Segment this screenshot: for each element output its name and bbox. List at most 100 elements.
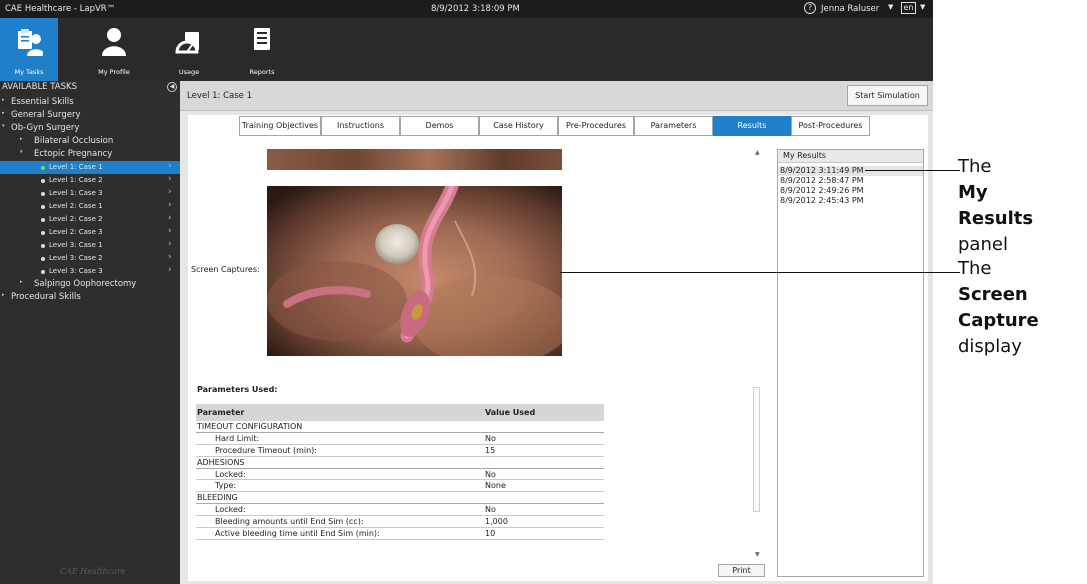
expanded-arrow-icon[interactable]: ▾ (20, 149, 23, 155)
sidebar-item[interactable]: › Level 1: Case 3 (0, 187, 180, 200)
tab-results[interactable]: Results (713, 116, 791, 136)
collapsed-arrow-icon[interactable]: ▸ (2, 110, 5, 116)
sidebar-item[interactable]: ▸ Essential Skills (0, 96, 180, 109)
sidebar-item[interactable]: ▸ Salpingo Oophorectomy (0, 278, 180, 291)
parameter-section-row: BLEEDING (196, 492, 604, 505)
parameter-name: Hard Limit: (215, 433, 260, 443)
chevron-right-icon[interactable]: › (168, 252, 172, 262)
scroll-down-icon[interactable]: ▼ (755, 551, 760, 558)
sidebar-item[interactable]: › Level 2: Case 1 (0, 200, 180, 213)
sidebar-item-label: Level 3: Case 2 (49, 254, 103, 262)
tab-post-procedures[interactable]: Post-Procedures (791, 116, 870, 136)
title-bar: CAE Healthcare - LapVR™ 8/9/2012 3:18:09… (0, 0, 933, 18)
result-item[interactable]: 8/9/2012 3:11:49 PM (778, 166, 923, 176)
collapsed-arrow-icon[interactable]: ▸ (2, 97, 5, 103)
parameters-table: Parameter Value Used TIMEOUT CONFIGURATI… (196, 404, 604, 540)
sidebar-item-label: Level 1: Case 1 (49, 163, 103, 171)
tab-case-history[interactable]: Case History (479, 116, 558, 136)
tab-demos[interactable]: Demos (400, 116, 479, 136)
sidebar-item[interactable]: › Level 2: Case 3 (0, 226, 180, 239)
expanded-arrow-icon[interactable]: ▾ (2, 123, 5, 129)
my-results-callout: The My Results panel (958, 154, 1087, 258)
parameter-name: ADHESIONS (197, 457, 245, 467)
parameter-name: Type: (215, 481, 237, 491)
parameter-name: Active bleeding time until End Sim (min)… (215, 529, 380, 539)
sidebar-item-label: Level 2: Case 1 (49, 202, 103, 210)
chevron-right-icon[interactable]: › (168, 187, 172, 197)
nav-my-tasks[interactable]: My Tasks (0, 18, 58, 81)
sidebar-item[interactable]: › Level 2: Case 2 (0, 213, 180, 226)
collapse-sidebar-icon[interactable]: ◀ (167, 82, 177, 92)
nav-my-profile[interactable]: My Profile (85, 18, 143, 81)
sidebar-item-label: Level 1: Case 3 (49, 189, 103, 197)
profile-icon (102, 28, 126, 56)
cae-healthcare-logo: CAE Healthcare (60, 567, 126, 576)
sidebar-item[interactable]: › Level 3: Case 2 (0, 252, 180, 265)
collapsed-arrow-icon[interactable]: ▸ (20, 279, 23, 285)
sidebar-item[interactable]: ▸ Bilateral Occlusion (0, 135, 180, 148)
screen-capture-image[interactable] (267, 186, 562, 356)
sidebar-item[interactable]: ▾ Ectopic Pregnancy (0, 148, 180, 161)
sidebar-item[interactable]: ▸ Procedural Skills (0, 291, 180, 304)
content-scrollbar[interactable] (753, 387, 760, 512)
chevron-right-icon[interactable]: › (168, 265, 172, 275)
sidebar-item-label: Level 2: Case 2 (49, 215, 103, 223)
collapsed-arrow-icon[interactable]: ▸ (20, 136, 23, 142)
sidebar-item-label: General Surgery (11, 110, 81, 120)
nav-reports[interactable]: Reports (233, 18, 291, 81)
reports-icon (254, 28, 270, 50)
chevron-right-icon[interactable]: › (168, 174, 172, 184)
sidebar-item[interactable]: › Level 3: Case 3 (0, 265, 180, 278)
callout-bold: My Results (958, 182, 1034, 229)
chevron-right-icon[interactable]: › (168, 239, 172, 249)
app-title: CAE Healthcare - LapVR™ (5, 4, 116, 14)
sidebar-item[interactable]: › Level 3: Case 1 (0, 239, 180, 252)
nav-usage[interactable]: Usage (160, 18, 218, 81)
parameter-row: Procedure Timeout (min): 15 (196, 445, 604, 457)
tab-pre-procedures[interactable]: Pre-Procedures (558, 116, 634, 136)
parameter-row: Hard Limit: No (196, 433, 604, 445)
main-panel: Level 1: Case 1 Start Simulation Trainin… (180, 81, 933, 584)
callout-suffix: panel (958, 234, 1008, 255)
callout-suffix: display (958, 336, 1022, 357)
sidebar-item[interactable]: › Level 1: Case 1 (0, 161, 180, 174)
help-icon[interactable]: ? (804, 2, 816, 14)
usage-icon (175, 32, 199, 54)
language-selector[interactable]: en (901, 2, 916, 14)
nav-label: My Profile (98, 68, 130, 76)
chevron-right-icon[interactable]: › (168, 226, 172, 236)
chevron-right-icon[interactable]: › (168, 200, 172, 210)
result-item[interactable]: 8/9/2012 2:58:47 PM (778, 176, 923, 186)
bullet-icon (41, 231, 45, 235)
chevron-right-icon[interactable]: › (168, 213, 172, 223)
chevron-right-icon[interactable]: › (168, 161, 172, 171)
start-simulation-button[interactable]: Start Simulation (847, 85, 928, 106)
case-title: Level 1: Case 1 (187, 91, 253, 101)
screen-capture-thumbnail[interactable] (267, 149, 562, 170)
sidebar-item-label: Level 3: Case 3 (49, 267, 103, 275)
parameter-value: None (485, 481, 506, 491)
collapsed-arrow-icon[interactable]: ▸ (2, 292, 5, 298)
sidebar-item[interactable]: ▸ General Surgery (0, 109, 180, 122)
user-caret-icon[interactable]: ▼ (888, 3, 893, 11)
clock-datetime: 8/9/2012 3:18:09 PM (431, 4, 520, 14)
print-button[interactable]: Print (718, 564, 765, 577)
sidebar-header: AVAILABLE TASKS ◀ (0, 81, 180, 93)
user-menu[interactable]: Jenna Raluser (821, 4, 879, 14)
result-item[interactable]: 8/9/2012 2:45:43 PM (778, 196, 923, 206)
sidebar-item-label: Salpingo Oophorectomy (34, 279, 137, 289)
screen-capture-callout-line (560, 272, 960, 273)
sidebar-item[interactable]: › Level 1: Case 2 (0, 174, 180, 187)
parameter-section-row: ADHESIONS (196, 457, 604, 469)
language-caret-icon[interactable]: ▼ (920, 3, 925, 11)
top-navigation: My Tasks My Profile Usage Reports (0, 18, 933, 81)
tab-training-objectives[interactable]: Training Objectives (239, 116, 321, 136)
tab-instructions[interactable]: Instructions (321, 116, 400, 136)
parameter-row: Locked: No (196, 504, 604, 517)
parameter-value: 10 (485, 529, 496, 539)
result-item[interactable]: 8/9/2012 2:49:26 PM (778, 186, 923, 196)
scroll-up-icon[interactable]: ▲ (755, 149, 760, 156)
tab-parameters[interactable]: Parameters (634, 116, 713, 136)
sidebar-item[interactable]: ▾ Ob-Gyn Surgery (0, 122, 180, 135)
callout-prefix: The (958, 258, 992, 279)
